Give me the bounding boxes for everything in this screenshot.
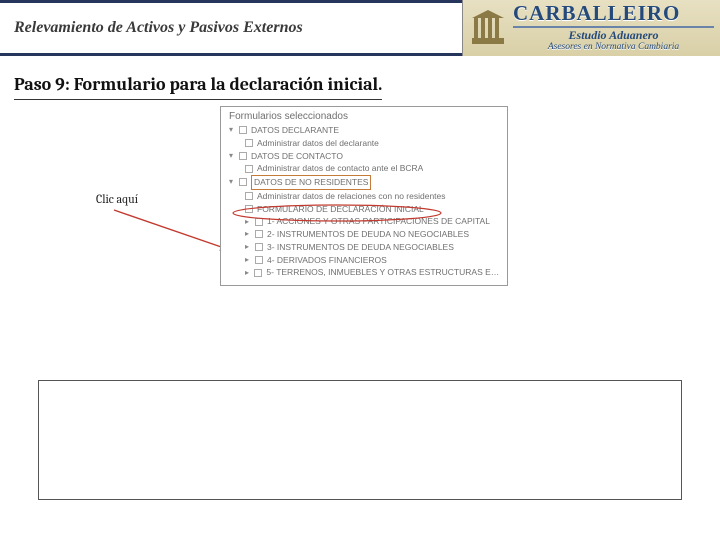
checkbox-icon: [245, 205, 253, 213]
tree-item-label: 4- DERIVADOS FINANCIEROS: [267, 254, 387, 267]
checkbox-icon: [245, 192, 253, 200]
tree-item-label: FORMULARIO DE DECLARACIÓN INICIAL: [257, 203, 424, 216]
tree-item-label: DATOS DE CONTACTO: [251, 150, 343, 163]
main-content: Paso 9: Formulario para la declaración i…: [0, 56, 720, 540]
checkbox-icon: [255, 243, 263, 251]
tree-item-deuda-no-negociables[interactable]: ▸ 2- INSTRUMENTOS DE DEUDA NO NEGOCIABLE…: [227, 228, 501, 241]
checkbox-icon: [239, 126, 247, 134]
tree-item-label: 1- ACCIONES Y OTRAS PARTICIPACIONES DE C…: [267, 215, 490, 228]
tree-item-label: DATOS DECLARANTE: [251, 124, 339, 137]
tree-item-deuda-negociables[interactable]: ▸ 3- INSTRUMENTOS DE DEUDA NEGOCIABLES: [227, 241, 501, 254]
tree-item-label: Administrar datos de relaciones con no r…: [257, 190, 446, 203]
header-left-bar: Relevamiento de Activos y Pasivos Extern…: [0, 0, 462, 56]
tree-item-terrenos[interactable]: ▸ 5- TERRENOS, INMUEBLES Y OTRAS ESTRUCT…: [227, 266, 501, 279]
tree-item-derivados[interactable]: ▸ 4- DERIVADOS FINANCIEROS: [227, 254, 501, 267]
tree-item-datos-contacto[interactable]: ▾ DATOS DE CONTACTO: [227, 150, 501, 163]
checkbox-icon: [245, 165, 253, 173]
brand-subtitle-1: Estudio Aduanero: [513, 26, 714, 42]
brand-block: CARBALLEIRO Estudio Aduanero Asesores en…: [462, 0, 720, 56]
tree-item-admin-declarante[interactable]: Administrar datos del declarante: [227, 137, 501, 150]
checkbox-icon: [255, 256, 263, 264]
tree-item-label: Administrar datos del declarante: [257, 137, 379, 150]
checkbox-icon: [255, 218, 263, 226]
checkbox-icon: [239, 152, 247, 160]
brand-subtitle-2: Asesores en Normativa Cambiaria: [513, 42, 714, 52]
bullet-icon: ▸: [245, 267, 250, 279]
forms-tree-panel: Formularios seleccionados ▾ DATOS DECLAR…: [220, 106, 508, 286]
tree-item-label: 5- TERRENOS, INMUEBLES Y OTRAS ESTRUCTUR…: [266, 266, 501, 279]
bullet-icon: ▸: [245, 254, 251, 266]
forms-tree-list: ▾ DATOS DECLARANTE Administrar datos del…: [221, 124, 507, 285]
brand-name: CARBALLEIRO: [513, 3, 714, 24]
forms-tree-title: Formularios seleccionados: [221, 107, 507, 124]
step-heading: Paso 9: Formulario para la declaración i…: [14, 74, 382, 100]
brand-logo-icon: [463, 0, 513, 56]
checkbox-icon: [254, 269, 262, 277]
bullet-icon: ▸: [245, 216, 251, 228]
checkbox-icon: [245, 139, 253, 147]
tree-item-datos-declarante[interactable]: ▾ DATOS DECLARANTE: [227, 124, 501, 137]
bullet-icon: ▸: [245, 241, 251, 253]
tree-item-datos-no-residentes[interactable]: ▾ DATOS DE NO RESIDENTES: [227, 175, 501, 190]
header-band: Relevamiento de Activos y Pasivos Extern…: [0, 0, 720, 56]
collapse-icon: ▾: [229, 124, 235, 136]
tree-item-admin-no-residentes[interactable]: Administrar datos de relaciones con no r…: [227, 190, 501, 203]
tree-item-acciones[interactable]: ▸ 1- ACCIONES Y OTRAS PARTICIPACIONES DE…: [227, 215, 501, 228]
tree-item-formulario-inicial[interactable]: FORMULARIO DE DECLARACIÓN INICIAL: [227, 203, 501, 216]
collapse-icon: ▾: [229, 176, 235, 188]
tree-item-admin-contacto[interactable]: Administrar datos de contacto ante el BC…: [227, 162, 501, 175]
empty-notes-box: [38, 380, 682, 500]
collapse-icon: ▾: [229, 150, 235, 162]
tree-item-label: Administrar datos de contacto ante el BC…: [257, 162, 423, 175]
bullet-icon: ▸: [245, 228, 251, 240]
checkbox-icon: [239, 178, 247, 186]
click-here-annotation: Clic aquí: [96, 192, 138, 206]
tree-item-label: 3- INSTRUMENTOS DE DEUDA NEGOCIABLES: [267, 241, 454, 254]
page-title: Relevamiento de Activos y Pasivos Extern…: [14, 19, 303, 37]
tree-item-label: DATOS DE NO RESIDENTES: [251, 175, 371, 190]
checkbox-icon: [255, 230, 263, 238]
tree-item-label: 2- INSTRUMENTOS DE DEUDA NO NEGOCIABLES: [267, 228, 469, 241]
